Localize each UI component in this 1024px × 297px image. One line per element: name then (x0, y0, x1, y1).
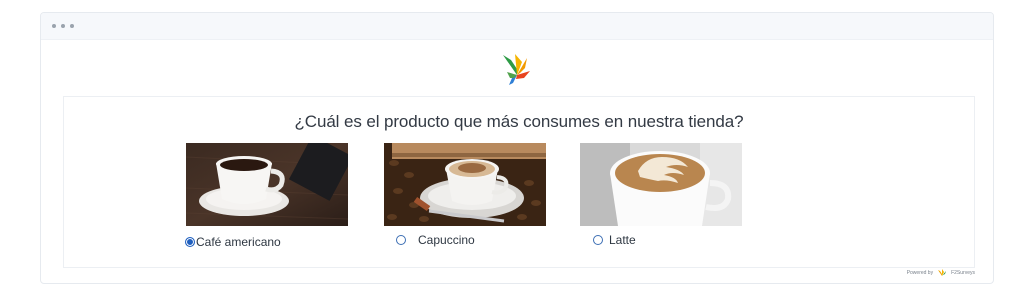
option-capuccino[interactable]: Capuccino (384, 143, 546, 247)
window-title-bar (41, 13, 993, 40)
option-row[interactable]: Capuccino (396, 233, 546, 247)
brand-logo (500, 51, 534, 87)
option-row[interactable]: Latte (593, 233, 742, 247)
cappuccino-cup-icon[interactable] (384, 143, 546, 226)
question-text: ¿Cuál es el producto que más consumes en… (294, 112, 744, 131)
option-cafe-americano[interactable]: Café americano (185, 143, 348, 249)
survey-window: ¿Cuál es el producto que más consumes en… (40, 12, 994, 284)
option-latte[interactable]: Latte (580, 143, 742, 247)
radio-button-selected[interactable] (185, 237, 195, 247)
powered-by-text: Powered by (906, 270, 934, 276)
option-label: Café americano (196, 235, 281, 249)
bird-logo-icon (503, 54, 530, 85)
black-coffee-cup-icon[interactable] (186, 143, 348, 226)
question-card: ¿Cuál es el producto que más consumes en… (63, 96, 975, 268)
option-label: Capuccino (418, 233, 475, 247)
bird-logo-small-icon (938, 269, 947, 276)
brand-name: F2Surveys (951, 270, 975, 276)
option-label: Latte (609, 233, 636, 247)
window-dot-icon (61, 24, 65, 28)
option-row[interactable]: Café americano (185, 235, 348, 249)
radio-button[interactable] (396, 235, 406, 245)
window-dot-icon (52, 24, 56, 28)
latte-art-cup-icon[interactable] (580, 143, 742, 226)
powered-by-footer: Powered by F2Surveys (907, 269, 975, 277)
radio-button[interactable] (593, 235, 603, 245)
window-dot-icon (70, 24, 74, 28)
